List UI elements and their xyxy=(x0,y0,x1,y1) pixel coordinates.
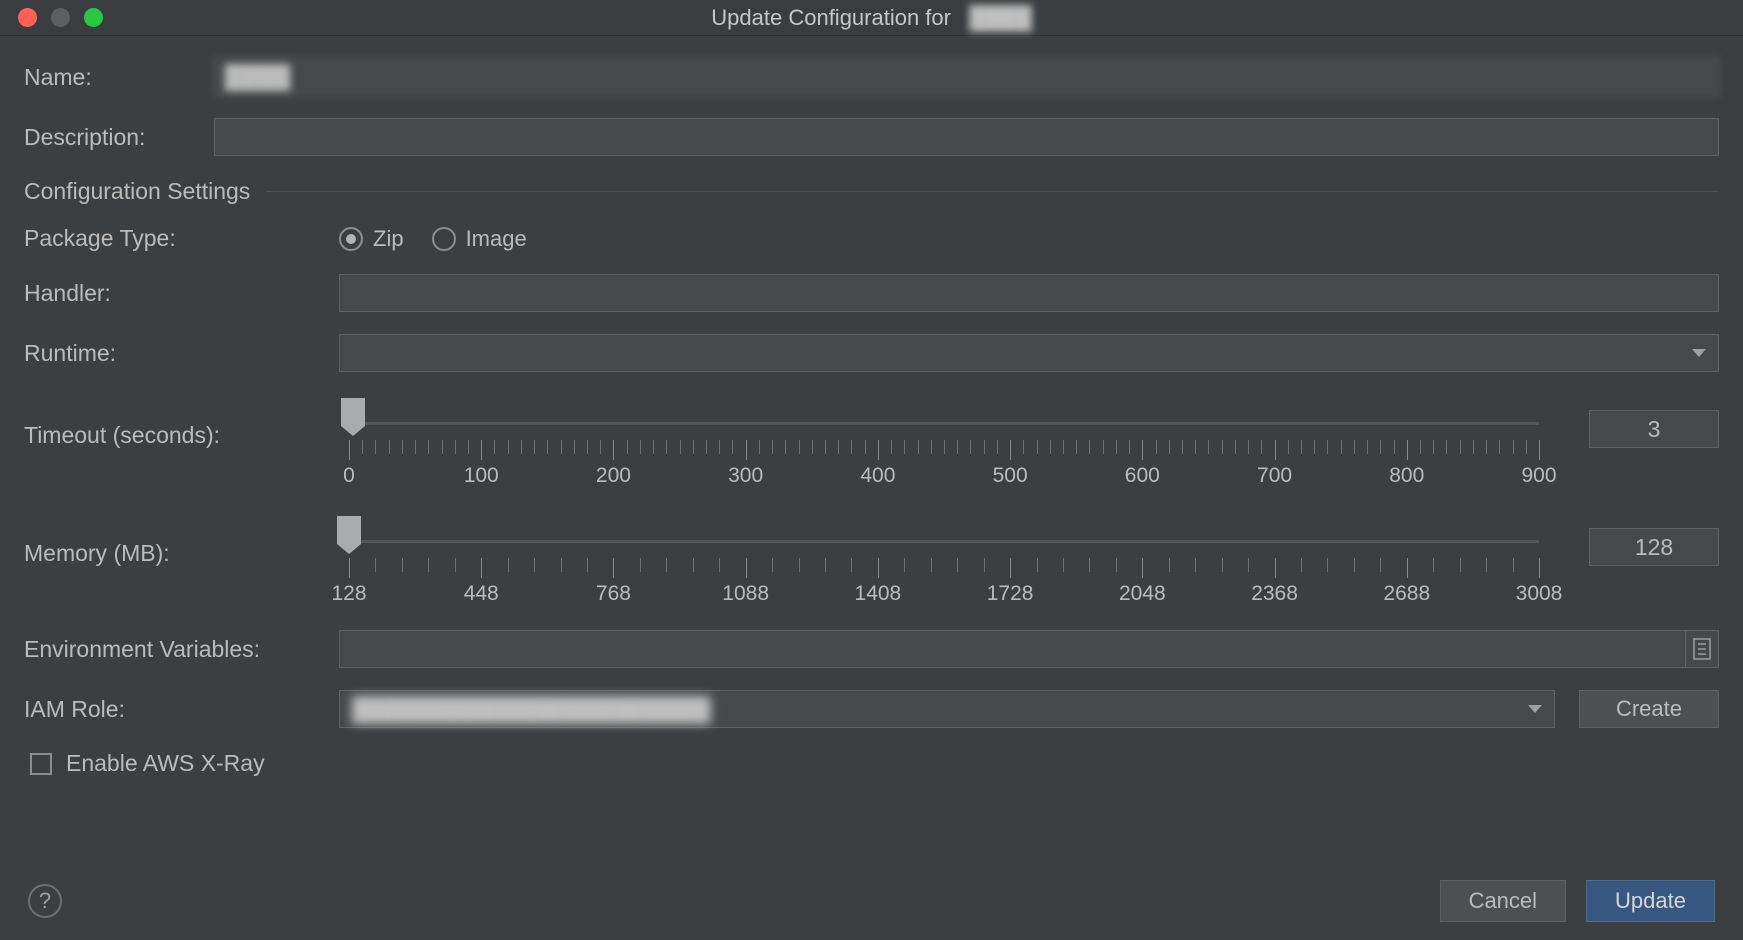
slider-tick-label: 3008 xyxy=(1516,582,1563,606)
name-row: Name: xyxy=(24,58,1719,96)
slider-tick-label: 1088 xyxy=(722,582,769,606)
slider-tick-label: 100 xyxy=(464,464,499,488)
name-input[interactable] xyxy=(214,58,1719,96)
update-button[interactable]: Update xyxy=(1586,880,1715,922)
env-vars-label: Environment Variables: xyxy=(24,636,339,663)
config-section-title: Configuration Settings xyxy=(24,178,266,205)
help-button[interactable]: ? xyxy=(28,884,62,918)
help-icon: ? xyxy=(39,888,51,914)
package-type-zip-label: Zip xyxy=(373,226,404,252)
runtime-select[interactable] xyxy=(339,334,1719,372)
slider-tick-label: 448 xyxy=(464,582,499,606)
handler-row: Handler: xyxy=(24,274,1719,312)
package-type-image-label: Image xyxy=(466,226,527,252)
slider-tick-label: 300 xyxy=(728,464,763,488)
iam-role-selected-value: ██████████████████████ xyxy=(352,696,711,723)
iam-role-label: IAM Role: xyxy=(24,696,339,723)
dialog-footer: ? Cancel Update xyxy=(0,862,1743,940)
window-title-prefix: Update Configuration for xyxy=(711,5,951,30)
config-section-header: Configuration Settings xyxy=(24,178,1719,205)
radio-icon xyxy=(432,227,456,251)
handler-label: Handler: xyxy=(24,280,339,307)
slider-tick-label: 2048 xyxy=(1119,582,1166,606)
slider-tick-label: 1728 xyxy=(987,582,1034,606)
slider-tick-label: 768 xyxy=(596,582,631,606)
slider-tick-label: 0 xyxy=(343,464,355,488)
timeout-slider[interactable]: 0100200300400500600700800900 xyxy=(339,394,1549,488)
radio-icon xyxy=(339,227,363,251)
slider-tick-label: 800 xyxy=(1389,464,1424,488)
slider-tick-label: 2688 xyxy=(1383,582,1430,606)
create-button-label: Create xyxy=(1616,696,1682,722)
slider-tick-label: 400 xyxy=(860,464,895,488)
timeout-label: Timeout (seconds): xyxy=(24,394,339,449)
chevron-down-icon xyxy=(1528,705,1542,713)
section-rule xyxy=(266,191,1719,192)
iam-role-create-button[interactable]: Create xyxy=(1579,690,1719,728)
slider-tick-label: 128 xyxy=(331,582,366,606)
timeout-slider-thumb[interactable] xyxy=(341,398,365,426)
env-vars-input[interactable] xyxy=(339,630,1685,668)
package-type-image-radio[interactable]: Image xyxy=(432,226,527,252)
iam-role-select[interactable]: ██████████████████████ xyxy=(339,690,1555,728)
iam-role-row: IAM Role: ██████████████████████ Create xyxy=(24,690,1719,728)
runtime-row: Runtime: xyxy=(24,334,1719,372)
slider-tick-label: 900 xyxy=(1521,464,1556,488)
handler-input[interactable] xyxy=(339,274,1719,312)
xray-row[interactable]: Enable AWS X-Ray xyxy=(30,750,1719,777)
description-label: Description: xyxy=(24,124,214,151)
description-row: Description: xyxy=(24,118,1719,156)
dialog-content: Name: Description: Configuration Setting… xyxy=(0,36,1743,791)
memory-slider[interactable]: 1284487681088140817282048236826883008 xyxy=(339,512,1549,606)
slider-tick-label: 600 xyxy=(1125,464,1160,488)
update-button-label: Update xyxy=(1615,888,1686,914)
window-title-name: ████ xyxy=(969,5,1031,30)
package-type-row: Package Type: Zip Image xyxy=(24,225,1719,252)
memory-value-input[interactable]: 128 xyxy=(1589,528,1719,566)
env-vars-edit-button[interactable] xyxy=(1685,630,1719,668)
slider-tick-label: 1408 xyxy=(855,582,902,606)
chevron-down-icon xyxy=(1692,349,1706,357)
memory-slider-thumb[interactable] xyxy=(337,516,361,544)
titlebar: Update Configuration for ████ xyxy=(0,0,1743,36)
timeout-row: Timeout (seconds): 0 100 200 300 400 500 600 70… xyxy=(24,394,1719,488)
slider-tick-label: 2368 xyxy=(1251,582,1298,606)
xray-checkbox[interactable] xyxy=(30,753,52,775)
slider-tick-label: 200 xyxy=(596,464,631,488)
package-type-zip-radio[interactable]: Zip xyxy=(339,226,404,252)
timeout-value-input[interactable]: 3 xyxy=(1589,410,1719,448)
cancel-button-label: Cancel xyxy=(1469,888,1537,914)
package-type-radio-group: Zip Image xyxy=(339,226,1719,252)
memory-label: Memory (MB): xyxy=(24,512,339,567)
runtime-label: Runtime: xyxy=(24,340,339,367)
description-input[interactable] xyxy=(214,118,1719,156)
env-vars-row: Environment Variables: xyxy=(24,630,1719,668)
list-icon xyxy=(1693,638,1711,660)
memory-row: Memory (MB): 128 448 768 1088 1408 1728 2048 23… xyxy=(24,512,1719,606)
name-label: Name: xyxy=(24,64,214,91)
slider-tick-label: 700 xyxy=(1257,464,1292,488)
package-type-label: Package Type: xyxy=(24,225,339,252)
slider-tick-label: 500 xyxy=(993,464,1028,488)
window-title: Update Configuration for ████ xyxy=(0,5,1743,31)
cancel-button[interactable]: Cancel xyxy=(1440,880,1566,922)
xray-label: Enable AWS X-Ray xyxy=(66,750,265,777)
